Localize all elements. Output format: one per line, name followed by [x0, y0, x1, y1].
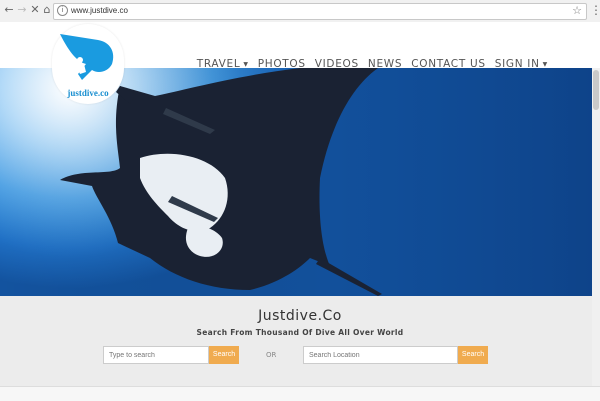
- bookmark-star-icon[interactable]: ☆: [572, 4, 582, 17]
- manta-diver-logo-icon: [60, 34, 114, 80]
- caret-down-icon: ▼: [542, 60, 548, 68]
- search-title: Justdive.Co: [258, 308, 342, 324]
- dive-search-input[interactable]: [103, 346, 209, 364]
- or-separator: OR: [266, 351, 277, 359]
- back-arrow-icon[interactable]: ←: [3, 4, 15, 16]
- info-icon[interactable]: i: [57, 5, 68, 16]
- search-section: Justdive.Co Search From Thousand Of Dive…: [0, 296, 600, 386]
- caret-down-icon: ▼: [243, 60, 249, 68]
- site-logo[interactable]: justdive.co: [52, 24, 124, 104]
- logo-text: justdive.co: [67, 88, 109, 98]
- location-search-input[interactable]: [303, 346, 458, 364]
- browser-toolbar: ← → ✕ ⌂ i www.justdive.co ☆ ⋮: [0, 0, 600, 23]
- location-search-button[interactable]: Search: [458, 346, 488, 364]
- address-bar[interactable]: i www.justdive.co ☆: [53, 3, 587, 20]
- page-footer-strip: [0, 386, 600, 401]
- url-text: www.justdive.co: [71, 6, 128, 15]
- scrollbar-thumb[interactable]: [593, 70, 599, 110]
- dive-search-button[interactable]: Search: [209, 346, 239, 364]
- browser-menu-icon[interactable]: ⋮: [590, 3, 600, 17]
- forward-arrow-icon[interactable]: →: [16, 4, 28, 16]
- page-scrollbar[interactable]: [592, 68, 600, 386]
- home-icon[interactable]: ⌂: [41, 4, 53, 16]
- stop-icon[interactable]: ✕: [29, 4, 41, 16]
- search-subtitle: Search From Thousand Of Dive All Over Wo…: [196, 328, 404, 337]
